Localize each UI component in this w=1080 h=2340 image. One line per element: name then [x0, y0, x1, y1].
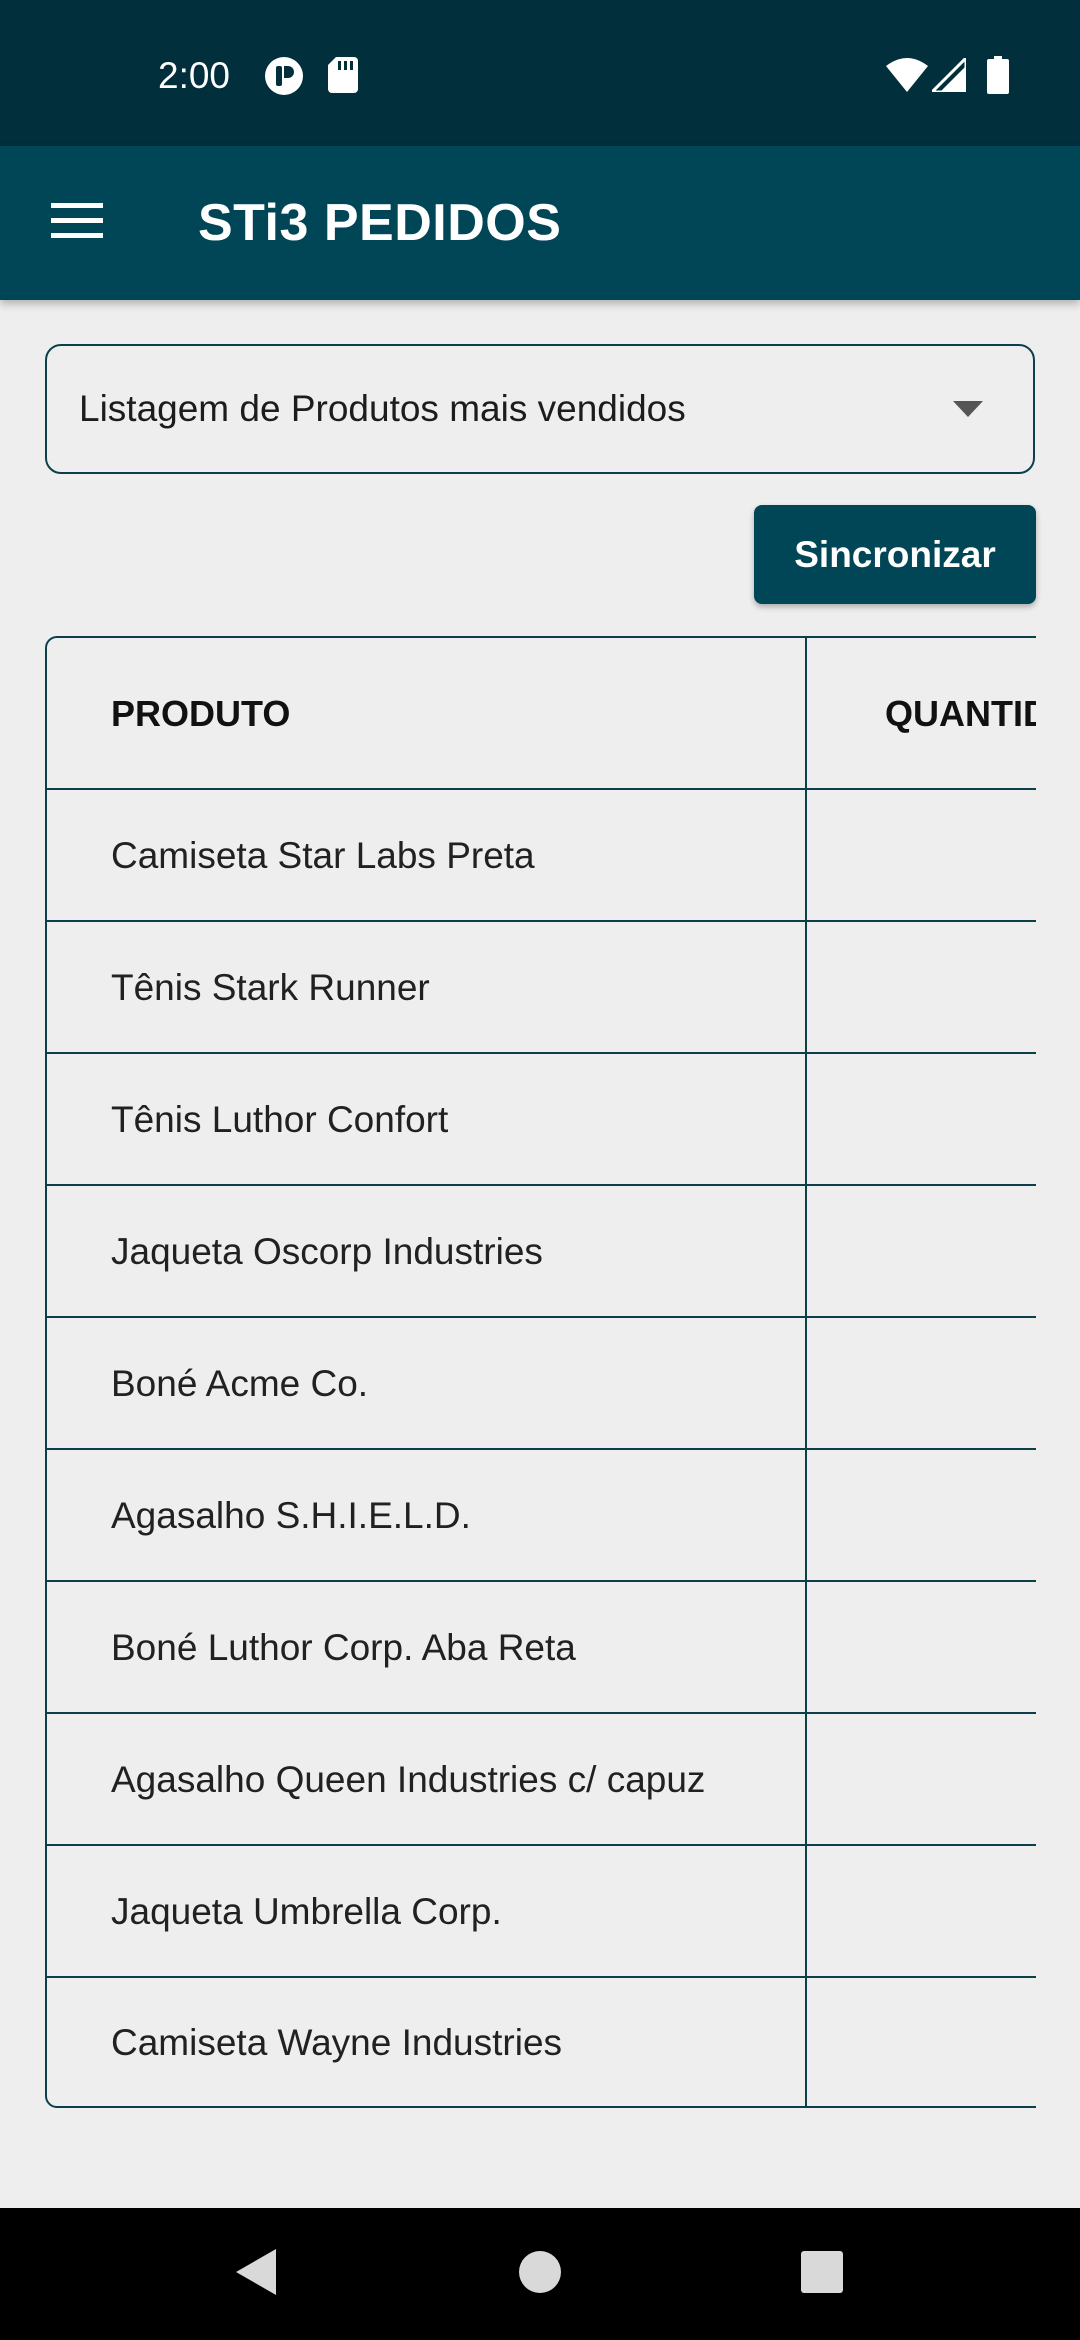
product-name-cell: Agasalho Queen Industries c/ capuz — [111, 1759, 706, 1800]
quantity-cell — [807, 1054, 1036, 1186]
table-row[interactable]: Boné Luthor Corp. Aba Reta — [47, 1582, 1036, 1714]
product-name-cell: Camiseta Star Labs Preta — [111, 835, 535, 876]
table-row[interactable]: Agasalho Queen Industries c/ capuz — [47, 1714, 1036, 1846]
table-row[interactable]: Camiseta Wayne Industries — [47, 1978, 1036, 2108]
quantity-cell — [807, 1582, 1036, 1714]
dropdown-caret-icon — [953, 401, 983, 422]
recents-icon — [801, 2250, 843, 2298]
quantity-cell — [807, 1714, 1036, 1846]
quantity-cell — [807, 922, 1036, 1054]
app-title: STi3 PEDIDOS — [198, 194, 562, 252]
sd-card-icon — [328, 57, 358, 98]
product-name-cell: Tênis Stark Runner — [111, 967, 430, 1008]
products-table-viewport[interactable]: PRODUTO QUANTIDADE Camiseta Star Labs Pr… — [45, 636, 1036, 2108]
product-name-cell: Agasalho S.H.I.E.L.D. — [111, 1495, 471, 1536]
table-row[interactable]: Boné Acme Co. — [47, 1318, 1036, 1450]
product-name-cell: Jaqueta Umbrella Corp. — [111, 1891, 502, 1932]
status-time: 2:00 — [158, 55, 231, 96]
notification-app-icon — [264, 56, 304, 101]
table-row[interactable]: Agasalho S.H.I.E.L.D. — [47, 1450, 1036, 1582]
quantity-cell — [807, 1186, 1036, 1318]
nav-back-button[interactable] — [186, 2208, 326, 2340]
table-row[interactable]: Camiseta Star Labs Preta — [47, 790, 1036, 922]
products-table: PRODUTO QUANTIDADE Camiseta Star Labs Pr… — [45, 636, 1036, 2108]
quantity-cell — [807, 1450, 1036, 1582]
column-header-quantidade: QUANTIDADE — [885, 693, 1036, 734]
table-row[interactable]: Tênis Luthor Confort — [47, 1054, 1036, 1186]
nav-recents-button[interactable] — [752, 2208, 892, 2340]
product-name-cell: Boné Luthor Corp. Aba Reta — [111, 1627, 576, 1668]
table-header-row: PRODUTO QUANTIDADE — [47, 638, 1036, 790]
product-name-cell: Tênis Luthor Confort — [111, 1099, 449, 1140]
sync-button[interactable]: Sincronizar — [754, 505, 1036, 604]
product-name-cell: Boné Acme Co. — [111, 1363, 369, 1404]
quantity-cell — [807, 1318, 1036, 1450]
hamburger-menu-icon — [51, 202, 103, 244]
battery-icon — [987, 56, 1009, 99]
report-select-dropdown[interactable]: Listagem de Produtos mais vendidos — [45, 344, 1035, 474]
status-bar: 2:00 — [0, 0, 1080, 146]
table-row[interactable]: Jaqueta Oscorp Industries — [47, 1186, 1036, 1318]
product-name-cell: Camiseta Wayne Industries — [111, 2022, 563, 2063]
quantity-cell — [807, 790, 1036, 922]
product-name-cell: Jaqueta Oscorp Industries — [111, 1231, 543, 1272]
nav-home-button[interactable] — [470, 2208, 610, 2340]
system-nav-bar — [0, 2208, 1080, 2340]
quantity-cell — [807, 1978, 1036, 2108]
table-row[interactable]: Jaqueta Umbrella Corp. — [47, 1846, 1036, 1978]
back-icon — [236, 2248, 276, 2300]
column-header-produto: PRODUTO — [111, 693, 291, 734]
report-select-value: Listagem de Produtos mais vendidos — [79, 388, 686, 429]
home-icon — [518, 2250, 562, 2299]
wifi-icon — [886, 58, 928, 97]
menu-button[interactable] — [30, 150, 124, 296]
cell-signal-icon — [928, 54, 968, 97]
table-row[interactable]: Tênis Stark Runner — [47, 922, 1036, 1054]
quantity-cell — [807, 1846, 1036, 1978]
